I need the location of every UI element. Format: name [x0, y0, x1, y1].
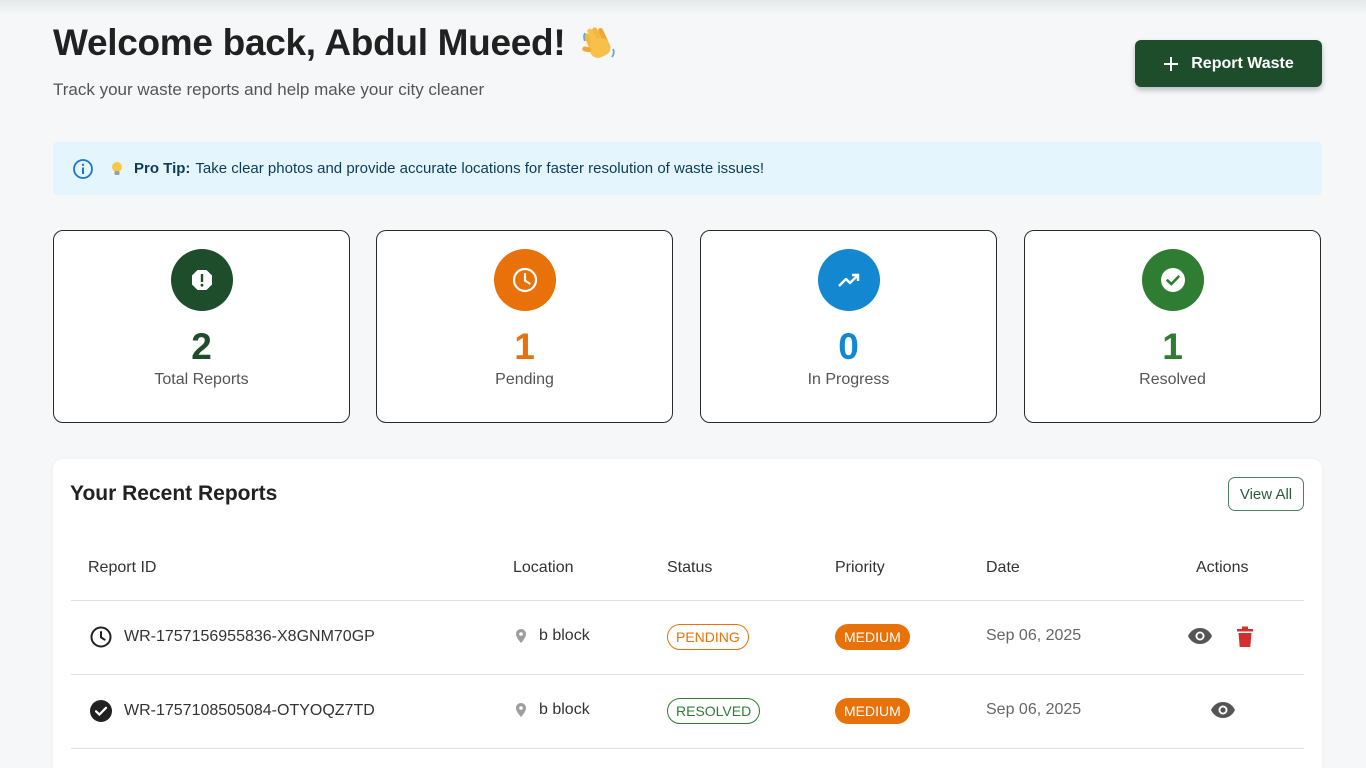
stat-card-pending: 1 Pending	[376, 230, 673, 423]
page-title: Welcome back, Abdul Mueed!	[53, 22, 619, 64]
clock-icon	[493, 249, 556, 311]
check-circle-icon	[1141, 249, 1204, 311]
column-header-report-id[interactable]: Report ID	[88, 559, 156, 577]
page-header: Welcome back, Abdul Mueed! Track your wa…	[53, 22, 619, 100]
row-divider	[71, 674, 1304, 675]
stat-card-total-reports: 2 Total Reports	[53, 230, 350, 423]
report-id-cell: WR-1757108505084-OTYOQZ7TD	[89, 699, 375, 723]
report-icon	[170, 249, 233, 311]
priority-badge: MEDIUM	[835, 624, 910, 650]
pro-tip-label: Pro Tip:	[134, 160, 191, 177]
pro-tip-text: Take clear photos and provide accurate l…	[195, 160, 765, 177]
row-divider	[71, 748, 1304, 749]
resolved-label: Resolved	[1139, 371, 1206, 388]
total-reports-value: 2	[191, 326, 212, 367]
eye-icon	[1211, 702, 1235, 718]
total-reports-label: Total Reports	[154, 371, 249, 388]
stat-card-in-progress: 0 In Progress	[700, 230, 997, 423]
resolved-value: 1	[1162, 326, 1183, 367]
date-cell: Sep 06, 2025	[986, 627, 1082, 644]
report-waste-label: Report Waste	[1191, 54, 1294, 72]
recent-reports-panel: Your Recent Reports View All Report ID L…	[53, 459, 1322, 768]
report-id: WR-1757156955836-X8GNM70GP	[124, 628, 375, 645]
pending-value: 1	[514, 326, 535, 367]
view-button[interactable]	[1210, 700, 1236, 720]
trending-up-icon	[817, 249, 880, 311]
status-badge: RESOLVED	[667, 698, 761, 724]
check-circle-icon	[89, 699, 113, 723]
column-header-date[interactable]: Date	[986, 559, 1020, 577]
location-text: b block	[539, 701, 590, 718]
location-pin-icon	[515, 702, 527, 718]
location-cell: b block	[515, 701, 590, 719]
delete-button[interactable]	[1236, 626, 1254, 648]
trash-icon	[1237, 626, 1253, 647]
view-all-button[interactable]: View All	[1228, 477, 1304, 511]
column-header-location[interactable]: Location	[513, 559, 574, 577]
location-text: b block	[539, 627, 590, 644]
report-id-cell: WR-1757156955836-X8GNM70GP	[89, 625, 375, 649]
report-id: WR-1757108505084-OTYOQZ7TD	[124, 702, 375, 719]
in-progress-value: 0	[838, 326, 859, 367]
welcome-text: Welcome back, Abdul Mueed!	[53, 22, 566, 63]
report-waste-button[interactable]: Report Waste	[1135, 40, 1322, 87]
location-cell: b block	[515, 627, 590, 645]
in-progress-label: In Progress	[807, 371, 890, 388]
stat-card-resolved: 1 Resolved	[1024, 230, 1321, 423]
priority-badge: MEDIUM	[835, 698, 910, 724]
lightbulb-icon	[110, 161, 124, 177]
column-header-actions: Actions	[1196, 559, 1249, 576]
clock-icon	[89, 625, 113, 649]
eye-icon	[1188, 628, 1212, 644]
page-subtitle: Track your waste reports and help make y…	[53, 80, 485, 99]
header-divider	[71, 600, 1304, 601]
location-pin-icon	[515, 628, 527, 644]
column-header-status[interactable]: Status	[667, 559, 712, 577]
info-icon	[72, 158, 94, 180]
pro-tip-banner: Pro Tip: Take clear photos and provide a…	[53, 142, 1322, 195]
date-cell: Sep 06, 2025	[986, 701, 1082, 718]
waving-hand-icon	[579, 23, 619, 63]
pending-label: Pending	[495, 371, 554, 388]
top-shade	[0, 0, 1366, 14]
status-badge: PENDING	[667, 624, 749, 650]
recent-reports-title: Your Recent Reports	[70, 482, 278, 505]
view-button[interactable]	[1187, 626, 1213, 646]
plus-icon	[1163, 56, 1179, 72]
column-header-priority[interactable]: Priority	[835, 559, 885, 577]
